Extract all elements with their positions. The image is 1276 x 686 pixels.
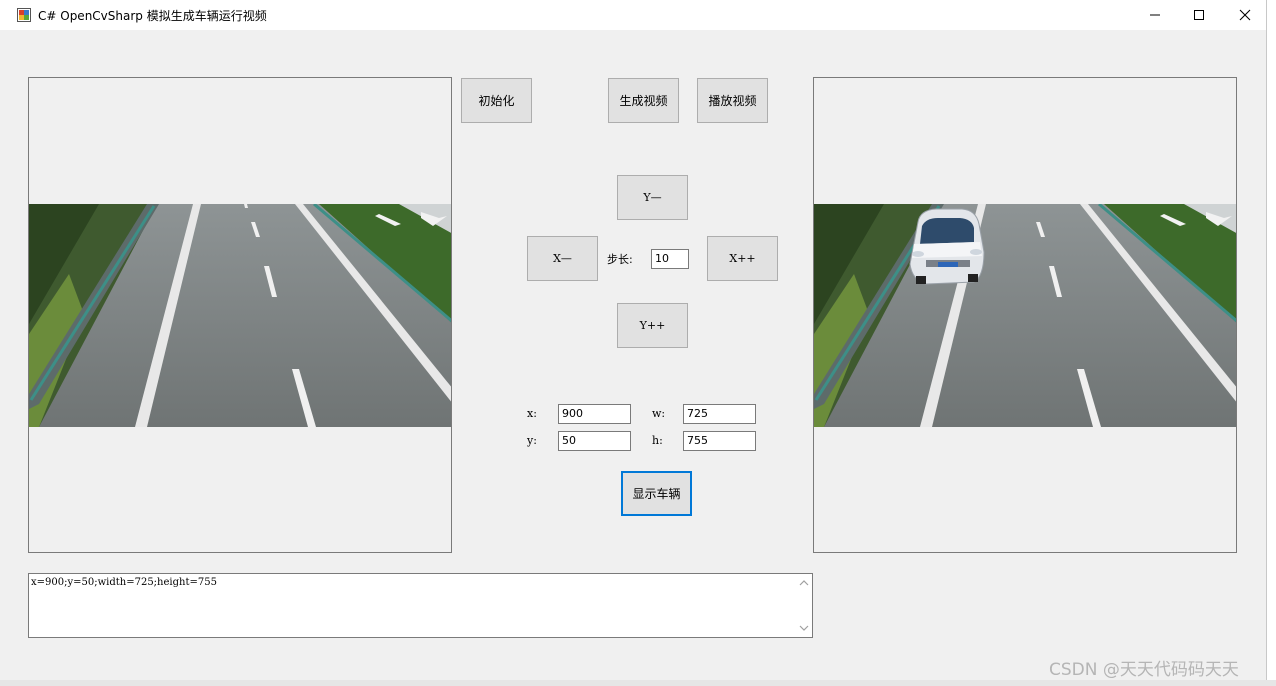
init-button[interactable]: 初始化 [461,78,532,123]
vehicle-overlay [909,208,985,285]
y-input[interactable]: 50 [558,431,631,451]
watermark: CSDN @天天代码码天天 [1049,660,1239,680]
source-picture-box [28,77,452,553]
show-vehicle-button[interactable]: 显示车辆 [621,471,692,516]
close-icon [1239,9,1251,21]
step-input[interactable]: 10 [651,249,689,269]
step-label: 步长: [607,253,633,266]
road-background-image [29,204,451,427]
maximize-icon [1194,10,1204,20]
generate-video-button[interactable]: 生成视频 [608,78,679,123]
log-textbox[interactable]: x=900;y=50;width=725;height=755 [28,573,813,638]
minimize-icon [1150,14,1160,16]
log-text: x=900;y=50;width=725;height=755 [31,577,217,588]
scroll-up-icon[interactable] [799,579,809,587]
play-video-button[interactable]: 播放视频 [697,78,768,123]
x-label: x: [527,407,537,420]
desktop-background [1266,0,1276,686]
w-input[interactable]: 725 [683,404,756,424]
x-plus-button[interactable]: X++ [707,236,778,281]
h-input[interactable]: 755 [683,431,756,451]
road-with-vehicle-image [814,204,1236,427]
desktop-background-bottom [0,680,1276,686]
h-label: h: [652,434,663,447]
minimize-button[interactable] [1132,0,1178,30]
output-picture-box [813,77,1237,553]
y-label: y: [527,434,537,447]
scroll-down-icon[interactable] [799,624,809,632]
close-button[interactable] [1222,0,1268,30]
y-plus-button[interactable]: Y++ [617,303,688,348]
maximize-button[interactable] [1176,0,1222,30]
w-label: w: [652,407,666,420]
y-minus-button[interactable]: Y— [617,175,688,220]
window-title: C# OpenCvSharp 模拟生成车辆运行视频 [38,9,267,23]
x-input[interactable]: 900 [558,404,631,424]
x-minus-button[interactable]: X— [527,236,598,281]
title-bar[interactable]: C# OpenCvSharp 模拟生成车辆运行视频 [0,0,1266,30]
log-scrollbar[interactable] [796,574,812,637]
app-icon [17,8,31,22]
